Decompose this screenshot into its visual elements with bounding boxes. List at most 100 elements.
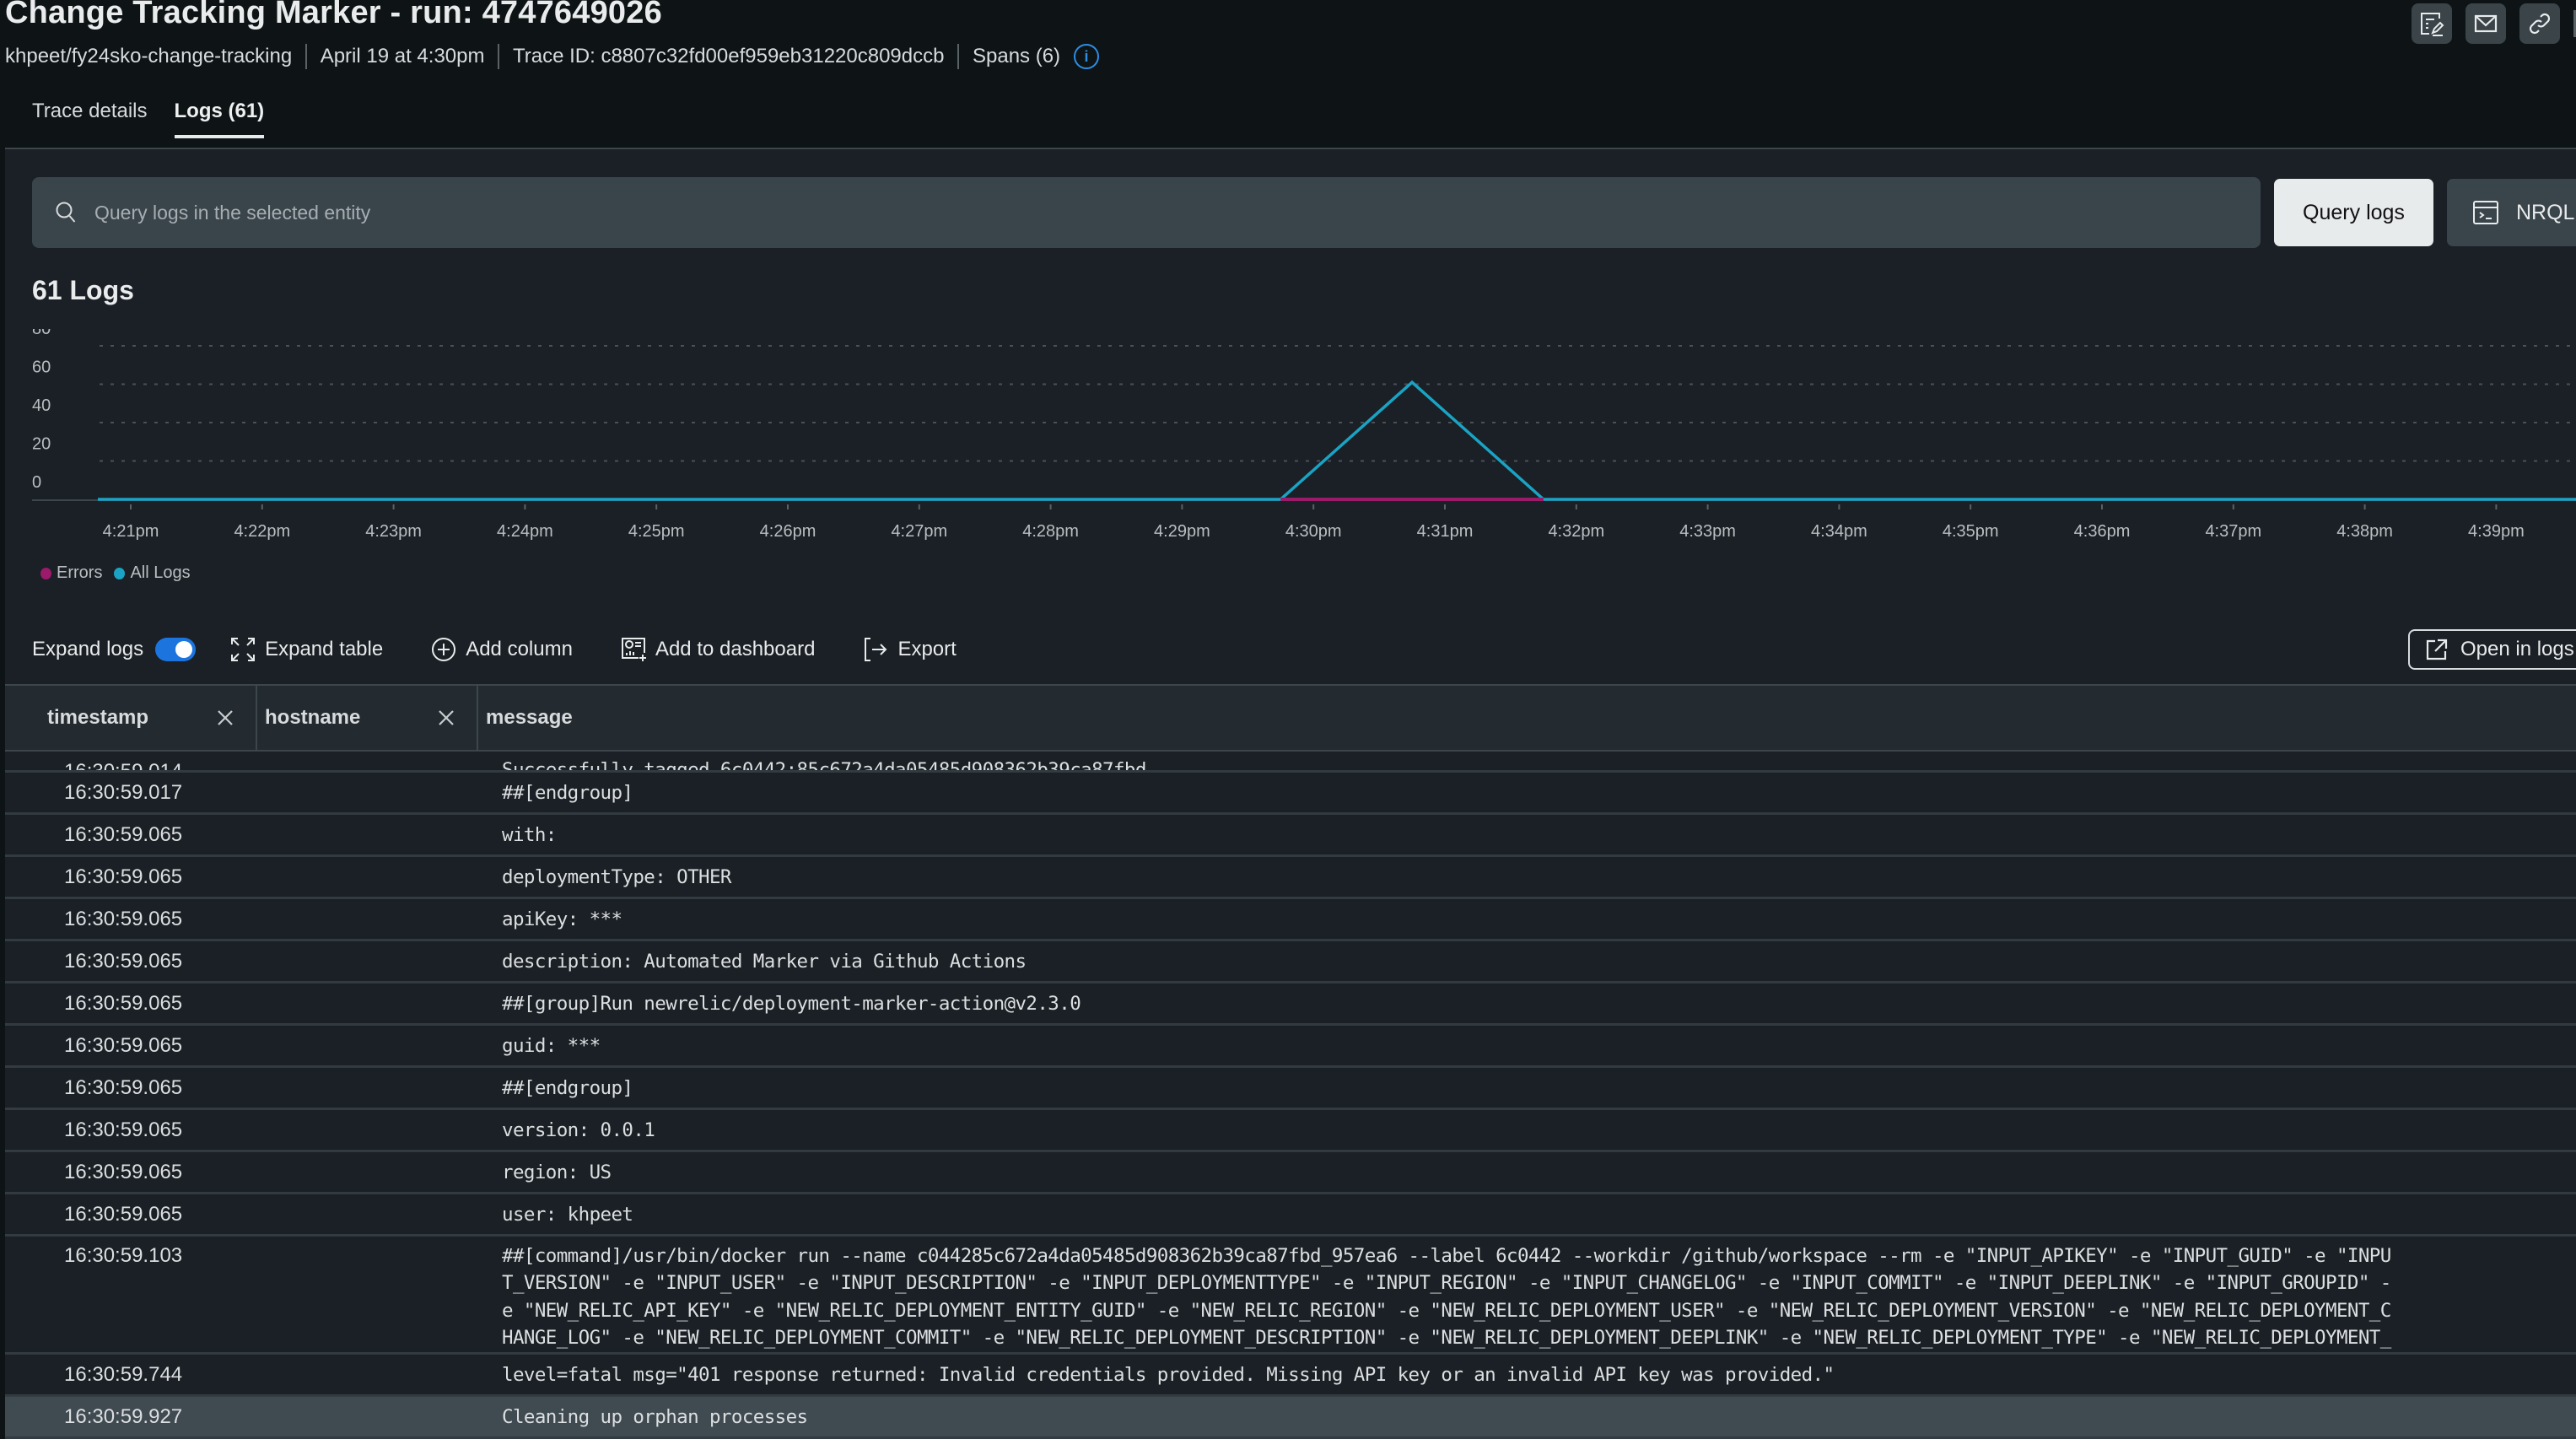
cell-message: ##[endgroup]: [502, 781, 633, 804]
table-row[interactable]: 16:30:59.065 ##[endgroup]: [5, 1068, 2576, 1110]
expand-logs-toggle[interactable]: [155, 638, 197, 661]
chart-legend: Errors All Logs: [40, 563, 191, 583]
cell-message: ##[command]/usr/bin/docker run --name c0…: [478, 1242, 2576, 1352]
export-button[interactable]: Export: [862, 636, 957, 663]
legend-label: Errors: [57, 563, 103, 582]
divider: [305, 44, 307, 69]
expand-table-button[interactable]: Expand table: [229, 636, 383, 663]
table-row[interactable]: 16:30:59.065 apiKey: ***: [5, 899, 2576, 941]
cell-timestamp: 16:30:59.927: [64, 1404, 183, 1428]
expand-logs-label: Expand logs: [32, 638, 144, 660]
cell-message: Cleaning up orphan processes: [502, 1405, 808, 1428]
table-row[interactable]: 16:30:59.065 region: US: [5, 1152, 2576, 1194]
query-logs-input[interactable]: [94, 201, 2261, 224]
x-tick-label: 4:22pm: [234, 522, 290, 540]
cell-message: ##[endgroup]: [502, 1076, 633, 1099]
message-line: HANGE_LOG" -e "NEW_RELIC_DEPLOYMENT_COMM…: [502, 1327, 2391, 1350]
cell-message: version: 0.0.1: [502, 1118, 655, 1141]
cell-message: guid: ***: [502, 1034, 601, 1057]
trace-meta: khpeet/fy24sko-change-tracking April 19 …: [5, 42, 1100, 71]
dashboard-add-icon: [621, 638, 646, 661]
cell-message: region: US: [502, 1161, 612, 1183]
table-row[interactable]: 16:30:59.017 ##[endgroup]: [5, 773, 2576, 815]
column-header-timestamp[interactable]: timestamp: [5, 686, 257, 750]
terminal-icon: [2473, 201, 2498, 224]
table-row[interactable]: 16:30:59.065 description: Automated Marke…: [5, 941, 2576, 984]
spans-count: Spans (6): [972, 45, 1061, 67]
expand-logs-control[interactable]: Expand logs: [32, 638, 197, 661]
repo-name: khpeet/fy24sko-change-tracking: [5, 45, 293, 67]
email-button[interactable]: [2466, 3, 2506, 44]
x-tick-label: 4:28pm: [1022, 522, 1079, 540]
x-tick-label: 4:21pm: [103, 522, 159, 540]
cell-timestamp: 16:30:59.065: [64, 1202, 183, 1226]
column-header-label: timestamp: [47, 706, 149, 729]
x-tick-label: 4:37pm: [2205, 522, 2261, 540]
nrql-button[interactable]: NRQL: [2447, 179, 2576, 246]
table-row[interactable]: 16:30:59.014 Successfully tagged 6c0442:8…: [5, 752, 2576, 773]
expand-table-label: Expand table: [265, 638, 384, 660]
y-tick-label: 20: [32, 435, 51, 454]
x-tick-label: 4:34pm: [1811, 522, 1867, 540]
info-icon[interactable]: i: [1074, 44, 1100, 69]
table-row[interactable]: 16:30:59.065 version: 0.0.1: [5, 1110, 2576, 1152]
cell-timestamp: 16:30:59.065: [64, 991, 183, 1015]
cell-timestamp: 16:30:59.065: [64, 1160, 183, 1183]
y-tick-label: 40: [32, 396, 51, 415]
legend-item-all-logs[interactable]: All Logs: [114, 563, 191, 583]
table-row[interactable]: 16:30:59.744 level=fatal msg="401 respons…: [5, 1355, 2576, 1397]
x-tick-label: 4:27pm: [891, 522, 947, 540]
table-row[interactable]: 16:30:59.065 guid: ***: [5, 1026, 2576, 1068]
table-row[interactable]: 16:30:59.927 Cleaning up orphan processes: [5, 1397, 2576, 1439]
tab-bar: Trace details Logs (61): [32, 100, 264, 138]
search-icon: [56, 202, 76, 223]
message-line: ##[command]/usr/bin/docker run --name c0…: [502, 1245, 2391, 1267]
table-row[interactable]: 16:30:59.065 user: khpeet: [5, 1194, 2576, 1237]
copy-link-button[interactable]: [2519, 3, 2560, 44]
cell-timestamp: 16:30:59.014: [64, 760, 183, 773]
x-tick-label: 4:38pm: [2336, 522, 2393, 540]
x-tick-label: 4:36pm: [2074, 522, 2131, 540]
query-bar: [32, 177, 2261, 248]
column-header-message[interactable]: message: [478, 686, 2576, 750]
table-body: 16:30:59.014 Successfully tagged 6c0442:8…: [5, 752, 2576, 1439]
add-to-dashboard-button[interactable]: Add to dashboard: [620, 636, 815, 663]
cell-timestamp: 16:30:59.065: [64, 1033, 183, 1057]
add-to-dashboard-label: Add to dashboard: [655, 638, 816, 660]
legend-item-errors[interactable]: Errors: [40, 563, 102, 583]
x-tick-label: 4:30pm: [1285, 522, 1342, 540]
x-tick-label: 4:31pm: [1417, 522, 1474, 540]
close-icon[interactable]: [436, 708, 456, 728]
column-header-label: hostname: [265, 706, 361, 729]
table-row[interactable]: 16:30:59.065 with:: [5, 815, 2576, 857]
link-icon: [2529, 13, 2551, 35]
y-tick-label: 60: [32, 358, 51, 377]
close-icon[interactable]: [215, 708, 235, 728]
cell-timestamp: 16:30:59.065: [64, 822, 183, 846]
x-tick-label: 4:33pm: [1679, 522, 1736, 540]
logs-timeseries-chart: 0 20 40 60 80 4:21pm 4:22pm 4:23pm 4:24pm 4:25pm…: [32, 329, 2576, 540]
open-in-logs-button[interactable]: Open in logs: [2408, 629, 2576, 670]
column-header-label: message: [486, 706, 573, 729]
x-tick-label: 4:26pm: [760, 522, 816, 540]
table-row[interactable]: 16:30:59.065 deploymentType: OTHER: [5, 857, 2576, 899]
message-line: e "NEW_RELIC_API_KEY" -e "NEW_RELIC_DEPL…: [502, 1299, 2391, 1322]
expand-icon: [231, 638, 256, 661]
column-header-hostname[interactable]: hostname: [257, 686, 478, 750]
series-line-all-logs[interactable]: [98, 380, 2576, 501]
external-link-icon: [2426, 639, 2448, 660]
nrql-label: NRQL: [2516, 200, 2575, 224]
add-column-button[interactable]: Add column: [430, 636, 573, 663]
table-row[interactable]: 16:30:59.103 ##[command]/usr/bin/docker r…: [5, 1237, 2576, 1355]
tab-logs[interactable]: Logs (61): [174, 100, 264, 138]
cell-message: ##[group]Run newrelic/deployment-marker-…: [502, 992, 1081, 1015]
table-row[interactable]: 16:30:59.065 ##[group]Run newrelic/deploy…: [5, 984, 2576, 1026]
divider: [498, 44, 499, 69]
legend-swatch: [40, 567, 51, 579]
edit-notes-button[interactable]: [2412, 3, 2452, 44]
query-logs-button[interactable]: Query logs: [2274, 179, 2433, 246]
add-column-label: Add column: [466, 638, 573, 660]
tab-trace-details[interactable]: Trace details: [32, 100, 148, 138]
legend-swatch: [114, 567, 126, 579]
table-header: timestamp hostname message: [5, 684, 2576, 752]
